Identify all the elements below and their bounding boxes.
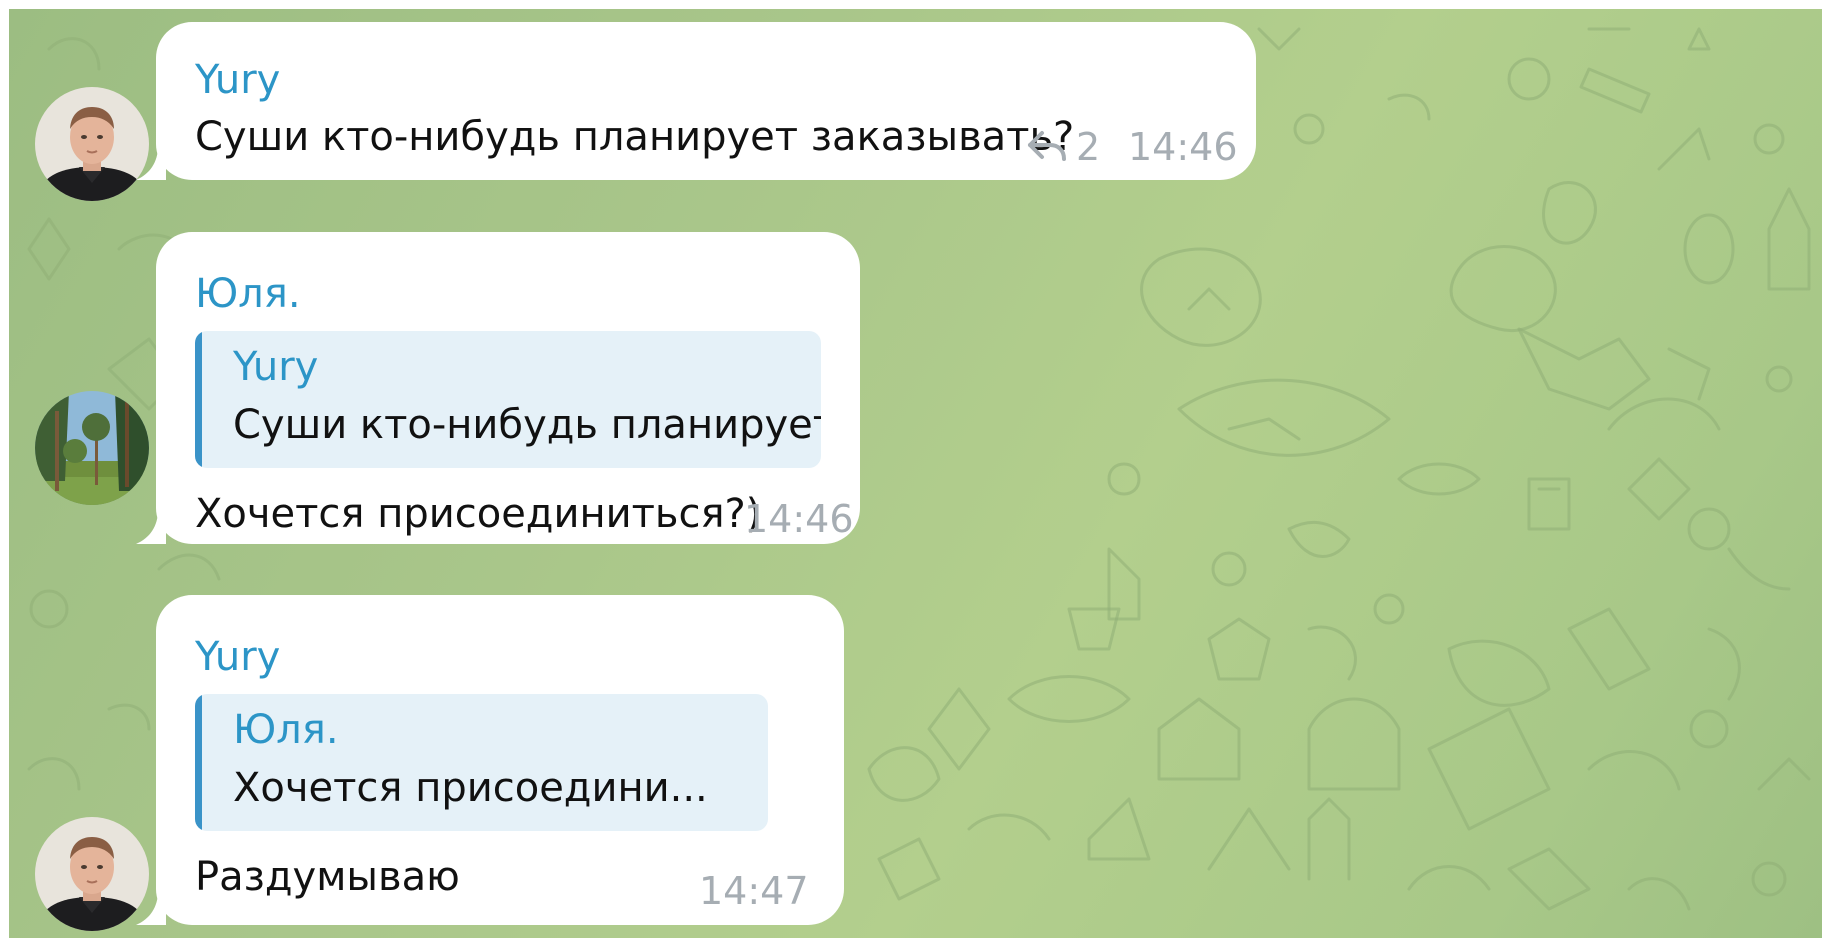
message-text: Раздумываю	[195, 854, 460, 900]
message-time: 14:46	[1128, 125, 1238, 169]
message-bubble[interactable]: Юля. Yury Суши кто-нибудь планирует ... …	[136, 232, 860, 544]
replies-count[interactable]: 2	[1076, 125, 1100, 169]
avatar[interactable]	[35, 817, 149, 931]
reply-quote[interactable]: Yury Суши кто-нибудь планирует ...	[195, 331, 821, 468]
bubble-tail	[136, 891, 166, 925]
reply-arrow-icon[interactable]	[1024, 125, 1068, 165]
bubble-tail	[136, 510, 166, 544]
quote-bar	[195, 331, 202, 468]
quote-sender: Юля.	[233, 707, 339, 753]
user-photo-yury	[35, 817, 149, 931]
quote-text: Хочется присоедини...	[233, 765, 708, 811]
quote-sender: Yury	[233, 344, 319, 390]
message-text: Суши кто-нибудь планирует заказывать?	[195, 114, 1075, 160]
message-bubble[interactable]: Yury Юля. Хочется присоедини... Раздумыв…	[136, 595, 844, 925]
quote-bar	[195, 694, 202, 831]
message-sender[interactable]: Юля.	[195, 270, 301, 318]
message-bubble[interactable]: Yury Суши кто-нибудь планирует заказыват…	[136, 22, 1256, 180]
message-time: 14:47	[699, 869, 809, 913]
bubble-tail	[136, 146, 166, 180]
message-sender[interactable]: Yury	[195, 633, 280, 681]
avatar[interactable]	[35, 391, 149, 505]
user-photo-forest	[35, 391, 149, 505]
message-text: Хочется присоединиться?)	[195, 491, 762, 537]
chat-area[interactable]: Yury Суши кто-нибудь планирует заказыват…	[9, 9, 1822, 938]
message-time: 14:46	[744, 497, 854, 541]
avatar[interactable]	[35, 87, 149, 201]
user-photo-yury	[35, 87, 149, 201]
quote-text: Суши кто-нибудь планирует ...	[233, 402, 821, 448]
message-sender[interactable]: Yury	[195, 56, 280, 104]
reply-quote[interactable]: Юля. Хочется присоедини...	[195, 694, 768, 831]
